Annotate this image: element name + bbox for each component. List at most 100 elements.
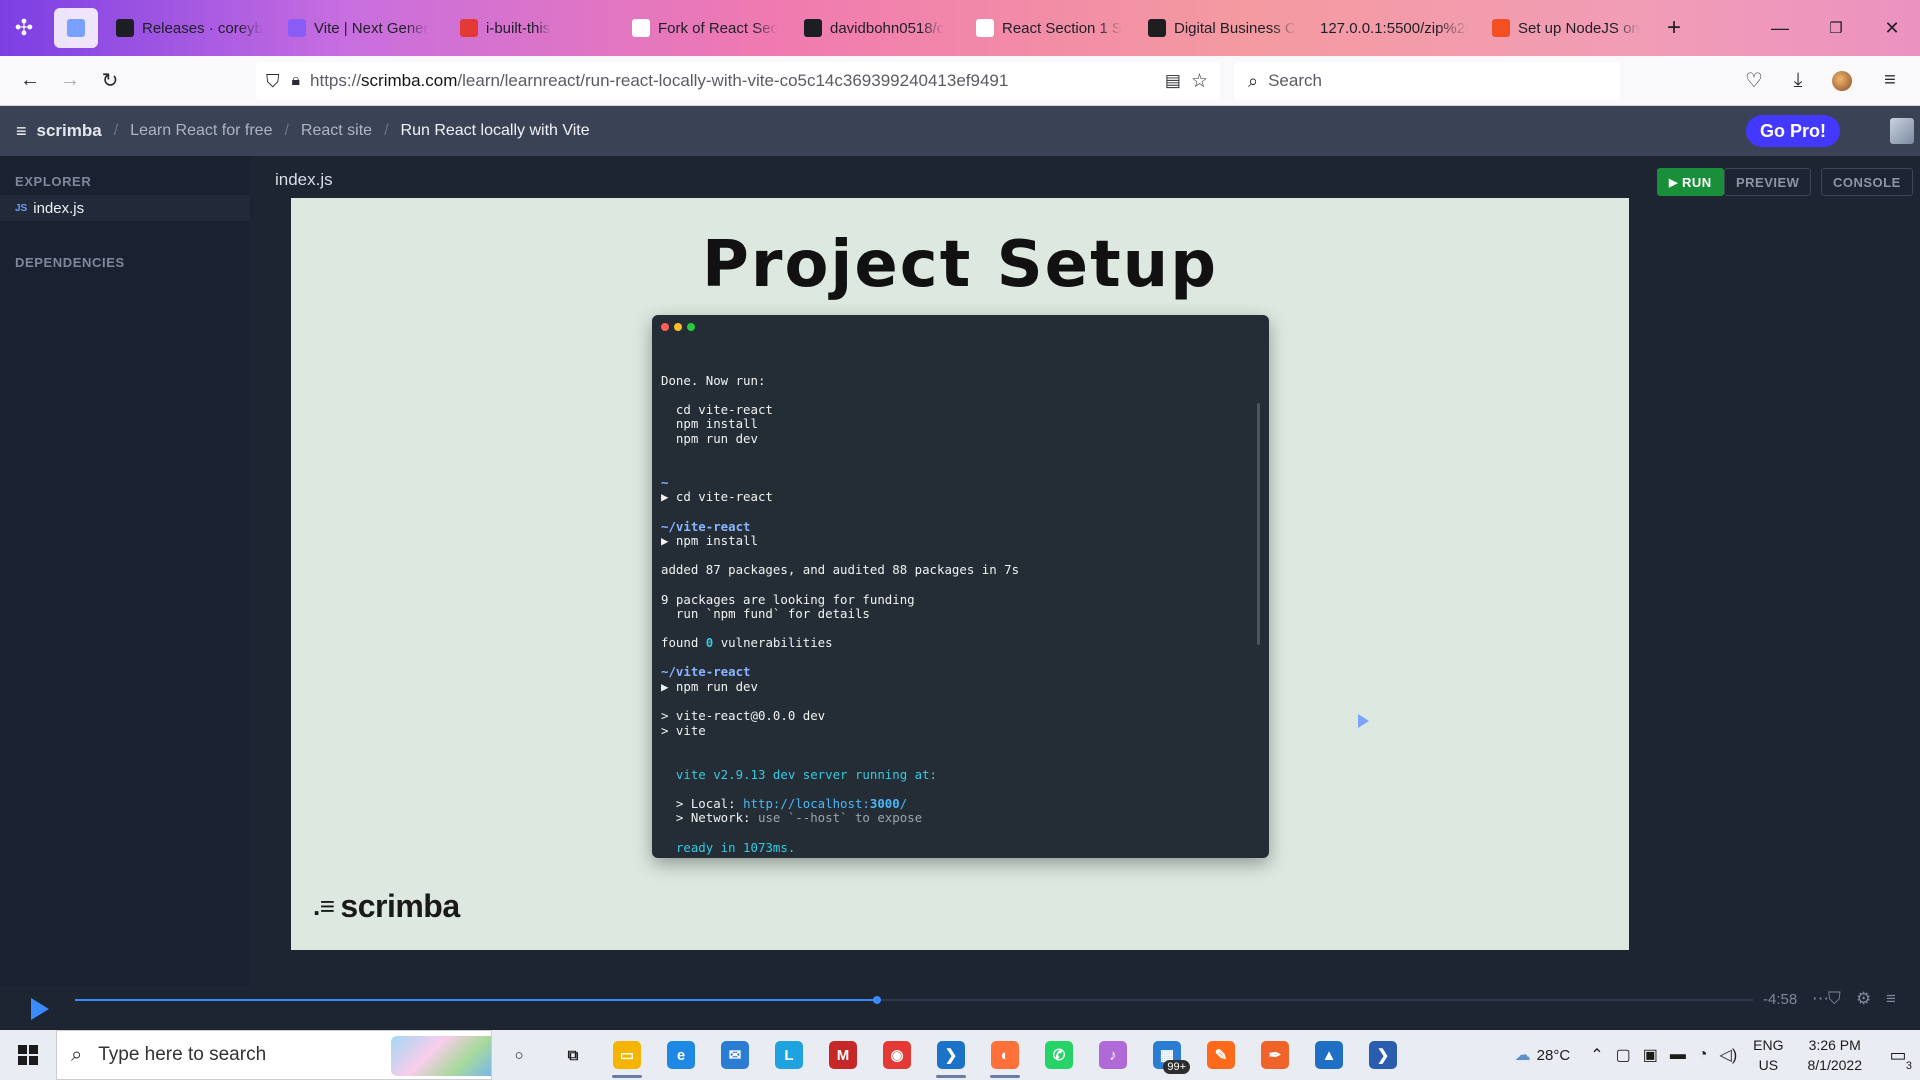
store-taskbar-button[interactable]: ▦ 99+: [1140, 1030, 1194, 1080]
download-icon[interactable]: ⤓: [1778, 61, 1818, 101]
media-taskbar-button[interactable]: ♪: [1086, 1030, 1140, 1080]
menu-icon[interactable]: ≡: [1870, 61, 1910, 101]
more-dots-icon[interactable]: ⋯: [1812, 989, 1829, 1009]
clock[interactable]: 3:26 PM 8/1/2022: [1808, 1035, 1863, 1075]
terminal-text: vulnerabilities: [713, 635, 833, 651]
reload-button[interactable]: ↻: [90, 61, 130, 101]
settings-gear-icon[interactable]: ⚙: [1856, 989, 1871, 1009]
weather-temp[interactable]: 28°C: [1537, 1047, 1571, 1064]
whatsapp-taskbar-button[interactable]: ✆: [1032, 1030, 1086, 1080]
run-button[interactable]: ▶ RUN: [1657, 168, 1724, 196]
scrimba-logo-icon: ≡: [16, 120, 27, 141]
preview-button[interactable]: PREVIEW: [1724, 168, 1812, 196]
taskbar-search-box[interactable]: ⌕ Type here to search: [56, 1030, 492, 1080]
browser-tab[interactable]: [54, 8, 98, 48]
notification-bubble-icon: ▭: [1889, 1044, 1907, 1065]
volume-icon[interactable]: ◁): [1720, 1045, 1738, 1065]
firefox-taskbar-button[interactable]: ◐: [978, 1030, 1032, 1080]
browser-tab[interactable]: i-built-this: [448, 8, 620, 48]
language-indicator[interactable]: ENG US: [1753, 1035, 1783, 1075]
lang-region: US: [1758, 1057, 1779, 1073]
scrimba-logo[interactable]: ≡ scrimba: [16, 121, 102, 142]
mcafee-taskbar-button[interactable]: M: [816, 1030, 870, 1080]
breadcrumb-course[interactable]: Learn React for free: [130, 122, 272, 140]
browser-tab[interactable]: Releases · coreyb: [104, 8, 276, 48]
browser-tab[interactable]: davidbohn0518/c: [792, 8, 964, 48]
search-bar[interactable]: ⌕ Search: [1234, 62, 1620, 100]
browser-tab[interactable]: Fork of React Sec: [620, 8, 792, 48]
photos-taskbar-button[interactable]: ▲: [1302, 1030, 1356, 1080]
app-l-icon: L: [775, 1041, 803, 1069]
terminal-line: ▶ npm install: [661, 533, 758, 549]
back-button[interactable]: ←: [10, 61, 50, 101]
progress-handle[interactable]: [873, 996, 882, 1004]
pocket-icon[interactable]: ♡: [1734, 61, 1774, 101]
notification-count: 3: [1905, 1060, 1912, 1072]
scrim-player: -4:58 ⋯ ⛉ ⚙ ≡: [0, 986, 1920, 1030]
browser-tab[interactable]: Digital Business C: [1136, 8, 1308, 48]
feather-taskbar-button[interactable]: ✒: [1248, 1030, 1302, 1080]
file-tab[interactable]: index.js: [275, 170, 333, 190]
terminal-text: > Local:: [661, 795, 744, 811]
terminal-line: vite v2.9.13 dev server running at:: [661, 766, 938, 782]
app-l-taskbar-button[interactable]: L: [762, 1030, 816, 1080]
url-host: scrimba.com: [361, 71, 458, 90]
chrome-taskbar-button[interactable]: ◉: [870, 1030, 924, 1080]
firefox-icon: ◐: [991, 1041, 1019, 1069]
photos-icon: ▲: [1315, 1041, 1343, 1069]
bookmark-icon[interactable]: ⛉: [1828, 989, 1841, 1009]
terminal-output: Done. Now run: cd vite-react npm install…: [661, 359, 1241, 855]
wifi-icon[interactable]: ◔: [1698, 1046, 1708, 1064]
file-item-index-js[interactable]: JS index.js: [0, 195, 250, 221]
url-bar[interactable]: ⛉ 🔒︎ https://scrimba.com/learn/learnreac…: [256, 62, 1220, 100]
browser-tab[interactable]: Set up NodeJS on: [1480, 8, 1652, 48]
browser-tab[interactable]: 127.0.0.1:5500/zip%20: [1308, 8, 1480, 48]
paint-taskbar-button[interactable]: ✎: [1194, 1030, 1248, 1080]
windows-start-icon[interactable]: [0, 1030, 56, 1080]
progress-fill: [75, 999, 878, 1001]
mail-taskbar-button[interactable]: ✉: [708, 1030, 762, 1080]
bookmark-star-icon[interactable]: ☆: [1191, 70, 1208, 93]
chevron-up-icon[interactable]: ⌃: [1590, 1045, 1603, 1065]
url-text[interactable]: https://scrimba.com/learn/learnreact/run…: [310, 71, 1155, 91]
lock-icon[interactable]: 🔒︎: [292, 72, 301, 90]
battery-icon[interactable]: ▬: [1670, 1046, 1686, 1064]
notification-center-icon[interactable]: ▭ 3: [1876, 1030, 1920, 1080]
notification-badge: 99+: [1163, 1060, 1190, 1074]
vscode-taskbar-button[interactable]: ❯: [924, 1030, 978, 1080]
go-pro-button[interactable]: Go Pro!: [1746, 115, 1840, 147]
file-explorer-icon: ▭: [613, 1041, 641, 1069]
weather-cloud-icon[interactable]: ☁: [1515, 1045, 1531, 1065]
new-tab-button[interactable]: +: [1652, 8, 1696, 48]
forward-button[interactable]: →: [50, 61, 90, 101]
task-view-taskbar-button[interactable]: ⧉: [546, 1030, 600, 1080]
close-window-button[interactable]: ✕: [1864, 0, 1920, 56]
powershell-taskbar-button[interactable]: ❯: [1356, 1030, 1410, 1080]
console-button[interactable]: CONSOLE: [1821, 168, 1913, 196]
user-avatar[interactable]: [1890, 118, 1914, 144]
tab-title: Set up NodeJS on: [1518, 19, 1640, 37]
edge-icon: e: [667, 1041, 695, 1069]
tray-app-icon[interactable]: ▢: [1616, 1045, 1631, 1065]
url-prefix: https://: [310, 71, 362, 90]
file-explorer-taskbar-button[interactable]: ▭: [600, 1030, 654, 1080]
cortana-taskbar-button[interactable]: ○: [492, 1030, 546, 1080]
browser-tab[interactable]: React Section 1 S: [964, 8, 1136, 48]
edge-taskbar-button[interactable]: e: [654, 1030, 708, 1080]
terminal-scrollbar[interactable]: [1257, 403, 1260, 645]
dependencies-title[interactable]: DEPENDENCIES: [0, 221, 250, 276]
browser-tab[interactable]: Vite | Next Gener: [276, 8, 448, 48]
play-icon[interactable]: [31, 998, 49, 1020]
reader-view-icon[interactable]: ▤: [1165, 71, 1181, 91]
account-avatar-icon[interactable]: [1822, 61, 1862, 101]
tracking-shield-icon[interactable]: ⛉: [266, 71, 280, 92]
menu-list-icon[interactable]: ≡: [1886, 989, 1896, 1009]
progress-track[interactable]: [75, 996, 1753, 1004]
minimize-button[interactable]: —: [1752, 0, 1808, 56]
tray-app-icon[interactable]: ▣: [1643, 1045, 1658, 1065]
slack-icon[interactable]: ✣: [0, 8, 48, 48]
breadcrumb-section[interactable]: React site: [301, 122, 372, 140]
restore-button[interactable]: ❐: [1808, 0, 1864, 56]
